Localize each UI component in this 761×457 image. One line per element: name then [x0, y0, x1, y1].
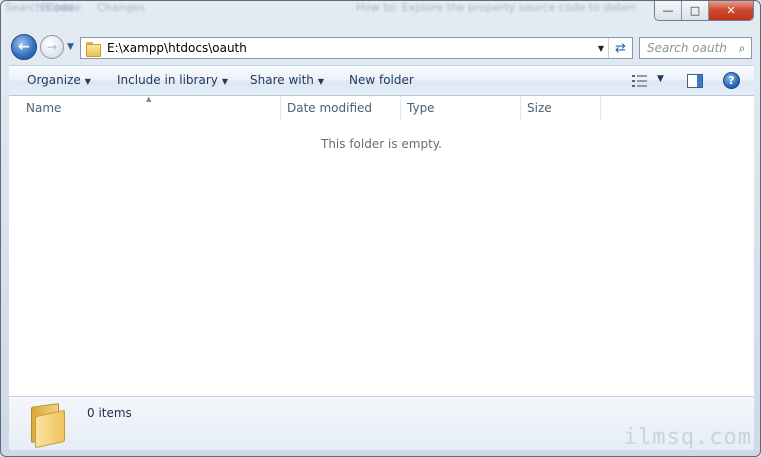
search-box[interactable]: Search oauth ⌕	[639, 37, 752, 59]
close-button[interactable]: ✕	[709, 1, 753, 20]
organize-label: Organize	[27, 73, 81, 87]
column-header-row: Name ▲ Date modified Type Size	[9, 95, 754, 120]
change-view-icon[interactable]	[632, 75, 647, 87]
watermark: ilmsq.com	[623, 425, 752, 450]
column-type-label: Type	[407, 101, 435, 115]
minimize-button[interactable]: —	[655, 1, 682, 20]
column-name-label: Name	[26, 101, 62, 115]
search-icon[interactable]: ⌕	[733, 41, 751, 56]
search-input[interactable]: Search oauth	[640, 41, 733, 55]
folder-icon	[29, 403, 65, 449]
back-button[interactable]: ←	[11, 34, 37, 60]
organize-button[interactable]: Organize ▼	[27, 73, 91, 87]
empty-folder-message: This folder is empty.	[321, 137, 442, 151]
column-header-type[interactable]: Type	[400, 96, 521, 120]
forward-button[interactable]: →	[40, 35, 64, 59]
refresh-icon[interactable]: ⇄	[608, 38, 632, 58]
new-folder-button[interactable]: New folder	[349, 73, 414, 87]
background-text: How to: Explore the property source code…	[356, 1, 636, 14]
address-dropdown-icon[interactable]: ▼	[594, 38, 608, 58]
share-with-button[interactable]: Share with ▼	[250, 73, 324, 87]
include-in-library-label: Include in library	[117, 73, 218, 87]
address-path[interactable]: E:\xampp\htdocs\oauth	[107, 41, 594, 55]
address-bar[interactable]: E:\xampp\htdocs\oauth ▼ ⇄	[80, 37, 633, 59]
column-header-date-modified[interactable]: Date modified	[280, 96, 401, 120]
folder-icon	[86, 41, 102, 57]
recent-pages-dropdown-icon[interactable]: ▼	[67, 42, 74, 52]
chevron-down-icon: ▼	[84, 77, 91, 86]
chevron-down-icon: ▼	[317, 77, 325, 86]
background-text: Changes	[97, 1, 145, 14]
preview-pane-icon[interactable]	[687, 74, 703, 88]
item-count: 0 items	[87, 406, 132, 420]
column-date-label: Date modified	[287, 101, 373, 115]
column-header-size[interactable]: Size	[520, 96, 601, 120]
column-size-label: Size	[527, 101, 552, 115]
view-options-dropdown-icon[interactable]: ▼	[657, 74, 664, 84]
maximize-button[interactable]: □	[682, 1, 709, 20]
include-in-library-button[interactable]: Include in library ▼	[117, 73, 228, 87]
file-list[interactable]: Name ▲ Date modified Type Size This fold…	[9, 95, 754, 396]
chevron-down-icon: ▼	[221, 77, 229, 86]
help-icon[interactable]: ?	[723, 72, 740, 89]
sort-ascending-icon: ▲	[146, 95, 152, 103]
window-controls: — □ ✕	[654, 1, 754, 21]
explorer-window: Search Code Browse Changes How to: Explo…	[0, 0, 761, 457]
background-text: Browse	[41, 1, 82, 14]
command-bar: Organize ▼ Include in library ▼ Share with…	[9, 65, 754, 96]
share-with-label: Share with	[250, 73, 314, 87]
